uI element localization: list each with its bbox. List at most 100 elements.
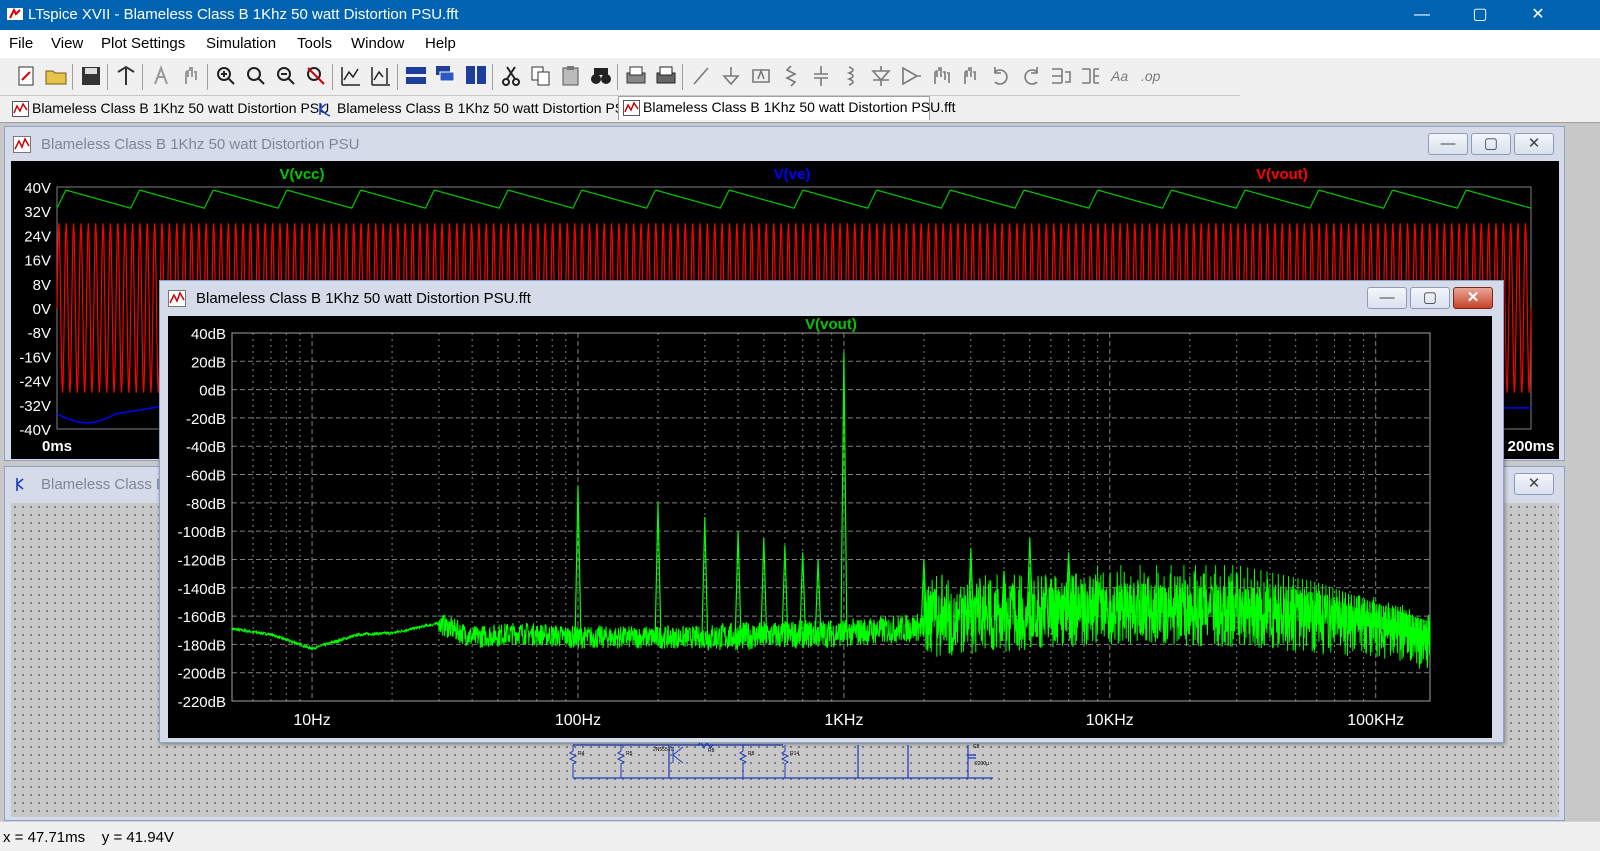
close-button[interactable]: ✕	[1453, 287, 1493, 309]
series-legend[interactable]: V(vcc)	[279, 166, 324, 183]
y-tick-label: -40V	[19, 422, 51, 439]
window-titlebar[interactable]: Blameless Class B 1Khz 50 watt Distortio…	[160, 281, 1503, 315]
y-tick-label: 20dB	[191, 354, 226, 371]
y-tick-label: 40dB	[191, 326, 226, 343]
capacitor-icon[interactable]	[809, 64, 833, 88]
tab-transient-plot[interactable]: Blameless Class B 1Khz 50 watt Distortio…	[8, 98, 329, 122]
x-tick-label: 10KHz	[1086, 712, 1134, 729]
menu-window[interactable]: Window	[351, 35, 404, 52]
x-tick-label: 100KHz	[1347, 712, 1404, 729]
menu-help[interactable]: Help	[425, 35, 456, 52]
y-tick-label: -24V	[19, 374, 51, 391]
waveform-icon	[13, 136, 31, 153]
window-titlebar[interactable]: Blameless Class B 1Khz 50 watt Distortio…	[5, 127, 1564, 161]
y-tick-label: 0dB	[199, 383, 226, 400]
paste-icon[interactable]	[559, 64, 583, 88]
mdi-workspace: Blameless Class B 1Khz 50 watt Distortio…	[0, 123, 1600, 821]
y-tick-label: -120dB	[178, 552, 226, 569]
redo-icon[interactable]	[1019, 64, 1043, 88]
zoom-out-icon[interactable]	[274, 64, 298, 88]
zoom-pan-icon[interactable]	[244, 64, 268, 88]
undo-icon[interactable]	[989, 64, 1013, 88]
autorange-icon[interactable]	[339, 64, 363, 88]
y-tick-label: 0V	[33, 301, 51, 318]
spice-directive-icon[interactable]: .op	[1139, 64, 1163, 88]
rotate-icon[interactable]	[1049, 64, 1073, 88]
menu-view[interactable]: View	[51, 35, 83, 52]
minimize-window-button[interactable]: —	[1393, 0, 1451, 30]
run-icon[interactable]	[149, 64, 173, 88]
control-panel-icon[interactable]	[114, 64, 138, 88]
y-tick-label: -20dB	[186, 411, 226, 428]
tile-vertical-icon[interactable]	[464, 64, 488, 88]
inductor-icon[interactable]	[839, 64, 863, 88]
ground-icon[interactable]	[719, 64, 743, 88]
tile-horizontal-icon[interactable]	[404, 64, 428, 88]
waveform-icon	[623, 100, 640, 116]
x-tick-label: 1KHz	[824, 712, 863, 729]
maximize-button[interactable]: ▢	[1410, 287, 1450, 309]
series-legend[interactable]: V(vout)	[1256, 166, 1308, 183]
y-tick-label: -180dB	[178, 637, 226, 654]
manual-limits-icon[interactable]	[369, 64, 393, 88]
close-button[interactable]: ✕	[1514, 133, 1554, 155]
wire-icon[interactable]	[689, 64, 713, 88]
save-icon[interactable]	[79, 64, 103, 88]
status-bar: x = 47.71ms y = 41.94V	[0, 821, 1600, 851]
x-tick-label: 100Hz	[555, 712, 601, 729]
maximize-button[interactable]: ▢	[1471, 133, 1511, 155]
resistor-symbol[interactable]	[568, 745, 578, 778]
series-legend[interactable]: V(vout)	[805, 316, 857, 333]
resistor-symbol[interactable]	[738, 745, 748, 778]
document-tab-bar: Blameless Class B 1Khz 50 watt Distortio…	[0, 96, 1600, 123]
toolbar-separator	[682, 64, 683, 90]
fft-plot[interactable]: 40dB 20dB 0dB -20dB -40dB -60dB -80dB -100dB -12…	[168, 316, 1492, 738]
halt-icon[interactable]	[179, 64, 203, 88]
print-preview-icon[interactable]	[624, 64, 648, 88]
label-icon[interactable]	[749, 64, 773, 88]
tab-fft-plot[interactable]: Blameless Class B 1Khz 50 watt Distortio…	[618, 96, 956, 120]
tab-schematic[interactable]: Blameless Class B 1Khz 50 watt Distortio…	[313, 98, 634, 122]
menu-simulation[interactable]: Simulation	[206, 35, 276, 52]
zoom-in-icon[interactable]	[214, 64, 238, 88]
print-icon[interactable]	[654, 64, 678, 88]
y-tick-label: -100dB	[178, 524, 226, 541]
find-icon[interactable]	[589, 64, 613, 88]
menu-file[interactable]: File	[9, 35, 33, 52]
copy-icon[interactable]	[529, 64, 553, 88]
maximize-window-button[interactable]: ▢	[1451, 0, 1509, 30]
open-folder-icon[interactable]	[44, 64, 68, 88]
component-icon[interactable]	[899, 64, 923, 88]
zoom-fit-icon[interactable]	[304, 64, 328, 88]
series-legend[interactable]: V(ve)	[774, 166, 811, 183]
component-label: 2N5551C	[653, 747, 675, 753]
resistor-symbol[interactable]	[780, 745, 790, 778]
close-button[interactable]: ✕	[1514, 473, 1554, 495]
resistor-icon[interactable]	[779, 64, 803, 88]
move-icon[interactable]	[929, 64, 953, 88]
minimize-button[interactable]: —	[1428, 133, 1468, 155]
cascade-icon[interactable]	[434, 64, 458, 88]
component-label: R8	[708, 748, 715, 754]
transistor-symbol[interactable]	[672, 746, 684, 764]
drag-icon[interactable]	[959, 64, 983, 88]
cut-icon[interactable]	[499, 64, 523, 88]
menu-tools[interactable]: Tools	[297, 35, 332, 52]
close-window-button[interactable]: ✕	[1509, 0, 1567, 30]
text-icon[interactable]: Aa	[1109, 64, 1133, 88]
toolbar-separator	[397, 64, 398, 90]
y-tick-label: 40V	[24, 180, 51, 197]
menu-plot-settings[interactable]: Plot Settings	[101, 35, 185, 52]
toolbar-separator	[107, 64, 108, 90]
tab-label: Blameless Class B 1Khz 50 watt Distortio…	[337, 100, 635, 116]
new-schematic-icon[interactable]	[14, 64, 38, 88]
waveform-icon	[168, 290, 186, 307]
component-label: C8	[973, 744, 980, 750]
minimize-button[interactable]: —	[1367, 287, 1407, 309]
toolbar-separator	[72, 64, 73, 90]
mirror-icon[interactable]	[1079, 64, 1103, 88]
diode-icon[interactable]	[869, 64, 893, 88]
capacitor-symbol[interactable]	[968, 754, 976, 759]
resistor-symbol[interactable]	[616, 745, 626, 778]
y-tick-label: -40dB	[186, 439, 226, 456]
